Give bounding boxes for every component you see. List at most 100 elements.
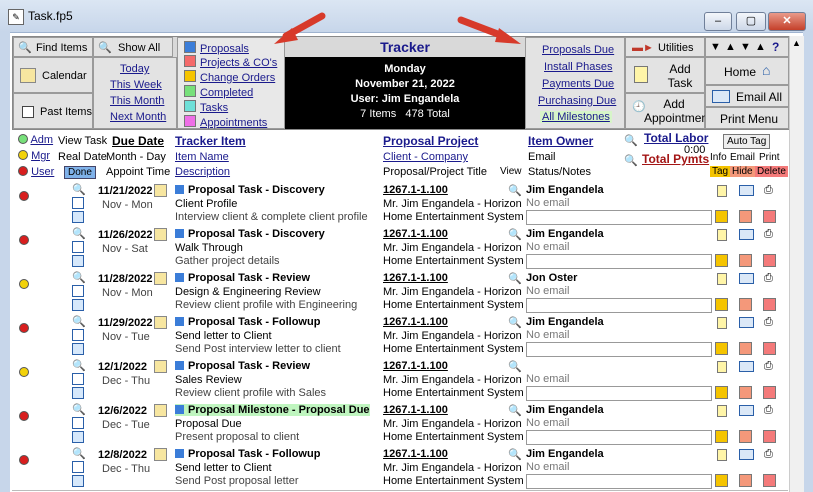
- view-project-icon[interactable]: 🔍: [508, 272, 522, 285]
- due-date-header[interactable]: Due Date: [112, 134, 164, 148]
- project-number-link[interactable]: 1267.1-1.100: [383, 184, 448, 196]
- legend-proposals[interactable]: Proposals: [184, 41, 249, 55]
- done-checkbox[interactable]: [72, 387, 84, 399]
- close-button[interactable]: ✕: [768, 12, 806, 31]
- printer-icon[interactable]: ⎙: [764, 272, 773, 285]
- calendar-icon[interactable]: [154, 448, 167, 461]
- calendar-icon[interactable]: [154, 228, 167, 241]
- delete-checkbox[interactable]: [763, 254, 776, 267]
- hide-checkbox[interactable]: [739, 430, 752, 443]
- printer-icon[interactable]: ⎙: [764, 404, 773, 417]
- table-row[interactable]: 🔍 11/21/2022 Nov - Mon Proposal Task - D…: [12, 182, 788, 227]
- table-row[interactable]: 🔍 11/28/2022 Nov - Mon Proposal Task - R…: [12, 270, 788, 315]
- printer-icon[interactable]: ⎙: [764, 448, 773, 461]
- arrow-last-icon[interactable]: ▼: [740, 41, 751, 53]
- tag-checkbox[interactable]: [715, 342, 728, 355]
- tracker-item-header[interactable]: Tracker Item: [175, 134, 246, 148]
- item-name-header[interactable]: Item Name: [175, 151, 229, 163]
- status-notes-field[interactable]: [526, 430, 712, 445]
- install-phases-link[interactable]: Install Phases: [544, 61, 612, 73]
- status-notes-field[interactable]: [526, 298, 712, 313]
- view-task-icon[interactable]: 🔍: [72, 271, 86, 284]
- info-icon[interactable]: [717, 361, 727, 373]
- table-row[interactable]: 🔍 12/8/2022 Dec - Thu Proposal Task - Fo…: [12, 446, 788, 491]
- adm-filter[interactable]: Adm: [18, 134, 53, 146]
- delete-checkbox[interactable]: [763, 430, 776, 443]
- find-items-button[interactable]: 🔍 Find Items: [13, 37, 93, 57]
- view-project-icon[interactable]: 🔍: [508, 448, 522, 461]
- hide-checkbox[interactable]: [739, 342, 752, 355]
- project-number-link[interactable]: 1267.1-1.100: [383, 316, 448, 328]
- tag-checkbox[interactable]: [715, 298, 728, 311]
- utilities-button[interactable]: ▬► Utilities: [625, 37, 705, 57]
- view-project-icon[interactable]: 🔍: [508, 228, 522, 241]
- calendar-icon[interactable]: [154, 316, 167, 329]
- view-task-icon[interactable]: 🔍: [72, 359, 86, 372]
- tag-checkbox[interactable]: [715, 254, 728, 267]
- view-project-icon[interactable]: 🔍: [508, 184, 522, 197]
- calendar-icon[interactable]: [154, 272, 167, 285]
- print-menu-button[interactable]: Print Menu: [705, 107, 789, 129]
- delete-checkbox[interactable]: [763, 474, 776, 487]
- search-icon[interactable]: 🔍: [624, 134, 638, 147]
- calendar-button[interactable]: Calendar: [13, 57, 93, 93]
- auto-tag-button[interactable]: Auto Tag: [723, 134, 771, 149]
- tag-checkbox[interactable]: [715, 474, 728, 487]
- mgr-filter[interactable]: Mgr: [18, 150, 50, 162]
- description-header[interactable]: Description: [175, 166, 230, 178]
- user-filter[interactable]: User: [18, 166, 54, 178]
- email-icon[interactable]: [739, 317, 754, 328]
- real-date-checkbox[interactable]: [72, 197, 84, 209]
- info-icon[interactable]: [717, 449, 727, 461]
- done-checkbox[interactable]: [72, 211, 84, 223]
- printer-icon[interactable]: ⎙: [764, 228, 773, 241]
- email-icon[interactable]: [739, 361, 754, 372]
- real-date-checkbox[interactable]: [72, 285, 84, 297]
- view-task-icon[interactable]: 🔍: [72, 183, 86, 196]
- done-checkbox[interactable]: [72, 299, 84, 311]
- maximize-button[interactable]: ▢: [736, 12, 766, 31]
- hide-checkbox[interactable]: [739, 298, 752, 311]
- done-checkbox[interactable]: [72, 431, 84, 443]
- real-date-checkbox[interactable]: [72, 417, 84, 429]
- table-row[interactable]: 🔍 11/29/2022 Nov - Tue Proposal Task - F…: [12, 314, 788, 359]
- add-task-button[interactable]: Add Task: [625, 57, 705, 93]
- client-company-header[interactable]: Client - Company: [383, 151, 468, 163]
- legend-change-orders[interactable]: Change Orders: [184, 70, 275, 84]
- proposal-project-header[interactable]: Proposal Project: [383, 134, 478, 148]
- info-icon[interactable]: [717, 317, 727, 329]
- real-date-checkbox[interactable]: [72, 329, 84, 341]
- info-icon[interactable]: [717, 229, 727, 241]
- view-project-icon[interactable]: 🔍: [508, 404, 522, 417]
- scroll-up-icon[interactable]: ▲: [792, 38, 801, 48]
- total-pymts-link[interactable]: Total Pymts: [642, 152, 709, 166]
- today-link[interactable]: Today: [120, 63, 149, 75]
- tracker-item-type[interactable]: Proposal Task - Followup: [175, 448, 320, 460]
- minimize-button[interactable]: –: [704, 12, 732, 31]
- email-icon[interactable]: [739, 449, 754, 460]
- view-task-icon[interactable]: 🔍: [72, 447, 86, 460]
- view-task-icon[interactable]: 🔍: [72, 227, 86, 240]
- hide-checkbox[interactable]: [739, 386, 752, 399]
- vertical-scrollbar[interactable]: ▲: [789, 36, 804, 492]
- legend-projects[interactable]: Projects & CO's: [184, 55, 277, 69]
- tag-checkbox[interactable]: [715, 210, 728, 223]
- status-notes-field[interactable]: [526, 386, 712, 401]
- next-month-link[interactable]: Next Month: [110, 111, 166, 123]
- status-notes-field[interactable]: [526, 474, 712, 489]
- printer-icon[interactable]: ⎙: [764, 184, 773, 197]
- table-row[interactable]: 🔍 12/6/2022 Dec - Tue Proposal Milestone…: [12, 402, 788, 447]
- calendar-icon[interactable]: [154, 184, 167, 197]
- total-labor-link[interactable]: Total Labor: [644, 131, 708, 145]
- hide-checkbox[interactable]: [739, 254, 752, 267]
- show-all-button[interactable]: 🔍 Show All: [93, 37, 173, 57]
- item-owner-header[interactable]: Item Owner: [528, 134, 593, 148]
- proposals-due-link[interactable]: Proposals Due: [542, 44, 614, 56]
- arrow-down-icon[interactable]: ▼: [710, 41, 721, 53]
- view-project-icon[interactable]: 🔍: [508, 316, 522, 329]
- done-checkbox[interactable]: [72, 255, 84, 267]
- email-icon[interactable]: [739, 185, 754, 196]
- info-icon[interactable]: [717, 405, 727, 417]
- view-project-icon[interactable]: 🔍: [508, 360, 522, 373]
- this-week-link[interactable]: This Week: [110, 79, 162, 91]
